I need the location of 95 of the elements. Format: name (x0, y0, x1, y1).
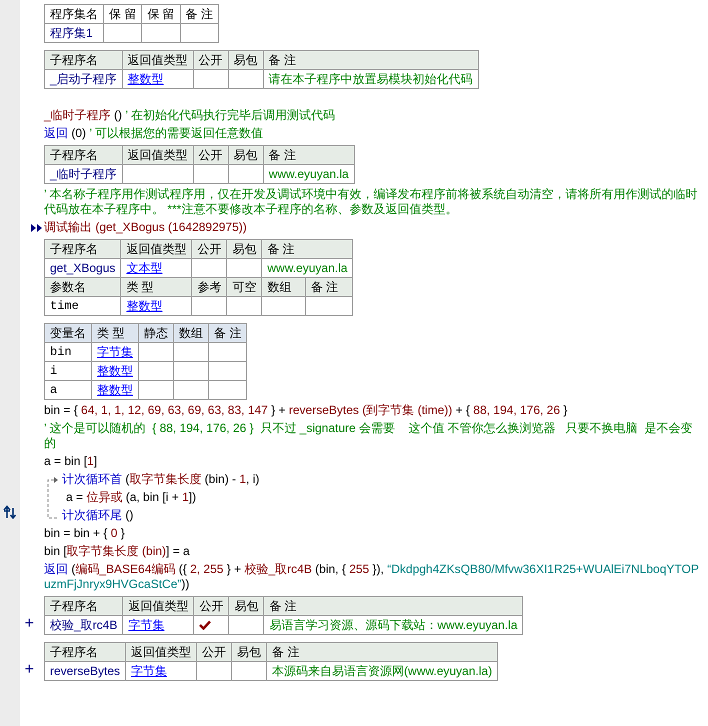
code-line: a = bin [1] (44, 454, 98, 469)
column-header: 返回值类型 (122, 146, 194, 164)
column-header: 类 型 (92, 324, 138, 342)
column-header: 参考 (192, 278, 227, 296)
checkmark-icon (199, 620, 212, 630)
flag-cell[interactable] (193, 164, 228, 184)
table-cell: i (44, 362, 92, 380)
table-cell: 整数型 (120, 296, 192, 316)
column-header: 备 注 (266, 642, 498, 662)
code-line: _临时子程序 () ’ 在初始化代码执行完毕后调用测试代码 (44, 108, 336, 123)
column-header: 备 注 (305, 278, 353, 296)
column-header: 返回值类型 (122, 596, 194, 616)
column-header: 静态 (138, 324, 174, 342)
table-cell: reverseBytes (44, 662, 126, 680)
flag-cell[interactable] (228, 616, 264, 634)
flag-cell[interactable] (138, 380, 174, 400)
column-header: 保 留 (104, 4, 142, 24)
column-header: 备 注 (263, 146, 354, 164)
code-line: 返回 (0) ’ 可以根据您的需要返回任意数值 (44, 126, 264, 141)
table-cell: a (44, 380, 92, 400)
column-header: 易包 (228, 50, 264, 70)
column-header: 子程序名 (44, 146, 122, 164)
column-header: 子程序名 (44, 596, 123, 616)
column-header: 公开 (192, 240, 227, 258)
column-header: 类 型 (120, 278, 192, 296)
table-cell: 整数型 (92, 380, 138, 400)
flag-cell[interactable] (196, 662, 232, 680)
column-header: 易包 (232, 642, 267, 662)
column-header: 备 注 (264, 596, 523, 616)
table-cell: time (44, 296, 121, 316)
table-cell: 字节集 (126, 662, 197, 680)
code-line: bin = bin + { 0 } (44, 526, 126, 541)
column-header: 返回值类型 (126, 642, 197, 662)
column-header: 公开 (193, 50, 228, 70)
code-line: bin [取字节集长度 (bin)] = a (44, 544, 191, 559)
table-cell: 校验_取rc4B (44, 616, 123, 634)
column-header: 备 注 (180, 4, 219, 24)
column-header: 可空 (226, 278, 262, 296)
code-line: a = 位异或 (a, bin [i + 1]) (66, 490, 198, 505)
flag-cell[interactable] (174, 342, 208, 362)
table-cell: _启动子程序 (44, 70, 122, 88)
table-cell: 字节集 (122, 616, 194, 634)
column-header: 备 注 (208, 324, 247, 342)
column-header: 公开 (194, 596, 229, 616)
column-header: 程序集名 (44, 4, 104, 24)
expand-toggle[interactable]: + (24, 616, 34, 632)
flag-cell[interactable] (193, 70, 228, 88)
flag-cell[interactable] (228, 164, 264, 184)
table-cell: 程序集1 (44, 24, 104, 42)
column-header: 保 留 (142, 4, 180, 24)
code-line: bin = { 64, 1, 1, 12, 69, 63, 69, 63, 83, 147 } + reverseBytes (到字节集 (time)) + { 88, 194, 176, 26 } (44, 403, 568, 418)
column-header: 数组 (262, 278, 306, 296)
flag-cell[interactable] (138, 362, 174, 380)
flag-cell[interactable] (174, 380, 208, 400)
flag-cell[interactable] (192, 296, 227, 316)
flag-cell[interactable] (262, 296, 306, 316)
column-header: 备 注 (263, 50, 478, 70)
flag-cell[interactable] (228, 70, 264, 88)
code-line: 计次循环尾 () (62, 508, 134, 523)
double-arrow-icon (31, 224, 42, 232)
column-header: 返回值类型 (120, 240, 192, 258)
table-cell: 请在本子程序中放置易模块初始化代码 (263, 70, 478, 88)
table-cell: www.eyuyan.la (263, 164, 354, 184)
expand-toggle[interactable]: + (24, 662, 34, 678)
column-header: 易包 (228, 146, 264, 164)
table-cell: 整数型 (92, 362, 138, 380)
code-line: ’ 本名称子程序用作测试程序用，仅在开发及调试环境中有效，编译发布程序前将被系统自动清空，请将所有用作测试的临时代码放在本子程序中。 ***注意不要修改本子程序的名称、参数及返回值类型。 (44, 187, 699, 217)
swap-arrows-icon (3, 505, 17, 519)
code-line: 调试输出 (get_XBogus (1642892975)) (44, 220, 248, 235)
table-cell: 易语言学习资源、源码下载站：www.eyuyan.la (264, 616, 523, 634)
code-line: 返回 (编码_BASE64编码 ({ 2, 255 } + 校验_取rc4B (bin, { 255 }), “Dkdpgh4ZKsQB80/Mfvw36XI1R25+WUAlEi7NLboqYTOPuzmFjJnryx9HVGcaStCe”)) (44, 562, 700, 592)
column-header: 变量名 (44, 324, 92, 342)
column-header: 子程序名 (44, 50, 122, 70)
table-cell: 整数型 (122, 70, 194, 88)
flag-cell[interactable] (232, 662, 267, 680)
column-header: 易包 (226, 240, 262, 258)
table-cell: 字节集 (92, 342, 138, 362)
code-line: 计次循环首 (取字节集长度 (bin) - 1, i) (62, 472, 260, 487)
column-header: 子程序名 (44, 642, 126, 662)
column-header: 参数名 (44, 278, 121, 296)
column-header: 子程序名 (44, 240, 121, 258)
flag-cell[interactable] (226, 296, 262, 316)
flag-cell[interactable] (174, 362, 208, 380)
column-header: 公开 (196, 642, 232, 662)
column-header: 数组 (174, 324, 208, 342)
column-header: 易包 (228, 596, 264, 616)
flag-cell[interactable] (194, 616, 229, 634)
column-header: 备 注 (262, 240, 353, 258)
flag-cell[interactable] (138, 342, 174, 362)
column-header: 公开 (193, 146, 228, 164)
table-cell: bin (44, 342, 92, 362)
column-header: 返回值类型 (122, 50, 194, 70)
table-cell: 本源码来自易语言资源网(www.eyuyan.la) (266, 662, 498, 680)
table-cell: _临时子程序 (44, 164, 122, 184)
code-line: ’ 这个是可以随机的 { 88, 194, 176, 26 } 只不过 _signature 会需要 这个值 不管你怎么换浏览器 只要不换电脑 是不会变的 (44, 421, 694, 451)
